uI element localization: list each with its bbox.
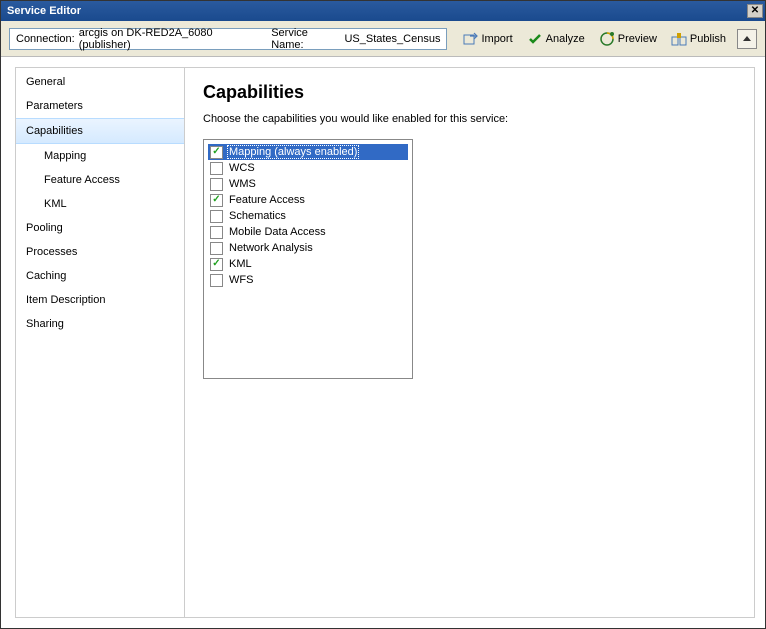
capability-label: KML	[227, 257, 254, 271]
checkbox-network-analysis[interactable]	[210, 242, 223, 255]
service-name-label: Service Name:	[271, 27, 340, 51]
analyze-icon	[527, 31, 543, 47]
sidebar: General Parameters Capabilities Mapping …	[15, 67, 185, 618]
sidebar-item-capabilities[interactable]: Capabilities	[16, 118, 184, 144]
capability-label: WFS	[227, 273, 255, 287]
service-editor-window: Service Editor ✕ Connection: arcgis on D…	[0, 0, 766, 629]
capability-item-feature-access[interactable]: Feature Access	[208, 192, 408, 208]
collapse-button[interactable]	[737, 29, 757, 49]
close-button[interactable]: ✕	[747, 4, 763, 18]
capability-label: Mapping (always enabled)	[227, 145, 359, 159]
import-label: Import	[481, 33, 512, 45]
capability-label: Schematics	[227, 209, 288, 223]
preview-button[interactable]: Preview	[594, 28, 662, 50]
capability-label: Network Analysis	[227, 241, 315, 255]
connection-label: Connection:	[16, 33, 75, 45]
publish-icon	[671, 31, 687, 47]
close-icon: ✕	[751, 6, 759, 16]
publish-label: Publish	[690, 33, 726, 45]
main-panel: Capabilities Choose the capabilities you…	[185, 67, 755, 618]
sidebar-item-parameters[interactable]: Parameters	[16, 94, 184, 118]
import-button[interactable]: Import	[457, 28, 517, 50]
panel-subtitle: Choose the capabilities you would like e…	[203, 113, 736, 125]
analyze-label: Analyze	[546, 33, 585, 45]
service-name-value: US_States_Census	[344, 33, 440, 45]
analyze-button[interactable]: Analyze	[522, 28, 590, 50]
checkbox-wfs[interactable]	[210, 274, 223, 287]
capability-item-wcs[interactable]: WCS	[208, 160, 408, 176]
capability-item-mobile-data-access[interactable]: Mobile Data Access	[208, 224, 408, 240]
checkbox-mapping[interactable]	[210, 146, 223, 159]
preview-icon	[599, 31, 615, 47]
connection-input[interactable]: Connection: arcgis on DK-RED2A_6080 (pub…	[9, 28, 447, 50]
capabilities-list: Mapping (always enabled) WCS WMS Feature…	[203, 139, 413, 379]
panel-heading: Capabilities	[203, 82, 736, 103]
titlebar: Service Editor ✕	[1, 1, 765, 21]
sidebar-item-pooling[interactable]: Pooling	[16, 216, 184, 240]
preview-label: Preview	[618, 33, 657, 45]
capability-item-schematics[interactable]: Schematics	[208, 208, 408, 224]
capability-item-network-analysis[interactable]: Network Analysis	[208, 240, 408, 256]
checkbox-mobile-data-access[interactable]	[210, 226, 223, 239]
toolbar: Connection: arcgis on DK-RED2A_6080 (pub…	[1, 21, 765, 57]
sidebar-item-sharing[interactable]: Sharing	[16, 312, 184, 336]
capability-label: WCS	[227, 161, 257, 175]
sidebar-item-mapping[interactable]: Mapping	[16, 144, 184, 168]
sidebar-item-item-description[interactable]: Item Description	[16, 288, 184, 312]
capability-label: Feature Access	[227, 193, 307, 207]
checkbox-feature-access[interactable]	[210, 194, 223, 207]
checkbox-kml[interactable]	[210, 258, 223, 271]
sidebar-item-general[interactable]: General	[16, 70, 184, 94]
capability-item-wms[interactable]: WMS	[208, 176, 408, 192]
checkbox-wcs[interactable]	[210, 162, 223, 175]
capability-item-mapping[interactable]: Mapping (always enabled)	[208, 144, 408, 160]
capability-item-wfs[interactable]: WFS	[208, 272, 408, 288]
capability-item-kml[interactable]: KML	[208, 256, 408, 272]
checkbox-wms[interactable]	[210, 178, 223, 191]
sidebar-item-kml[interactable]: KML	[16, 192, 184, 216]
publish-button[interactable]: Publish	[666, 28, 731, 50]
sidebar-item-caching[interactable]: Caching	[16, 264, 184, 288]
capability-label: Mobile Data Access	[227, 225, 328, 239]
checkbox-schematics[interactable]	[210, 210, 223, 223]
sidebar-item-processes[interactable]: Processes	[16, 240, 184, 264]
content-area: General Parameters Capabilities Mapping …	[1, 57, 765, 628]
sidebar-item-feature-access[interactable]: Feature Access	[16, 168, 184, 192]
connection-value: arcgis on DK-RED2A_6080 (publisher)	[79, 27, 260, 51]
triangle-up-icon	[742, 34, 752, 44]
titlebar-title: Service Editor	[7, 5, 747, 17]
capability-label: WMS	[227, 177, 258, 191]
import-icon	[462, 31, 478, 47]
